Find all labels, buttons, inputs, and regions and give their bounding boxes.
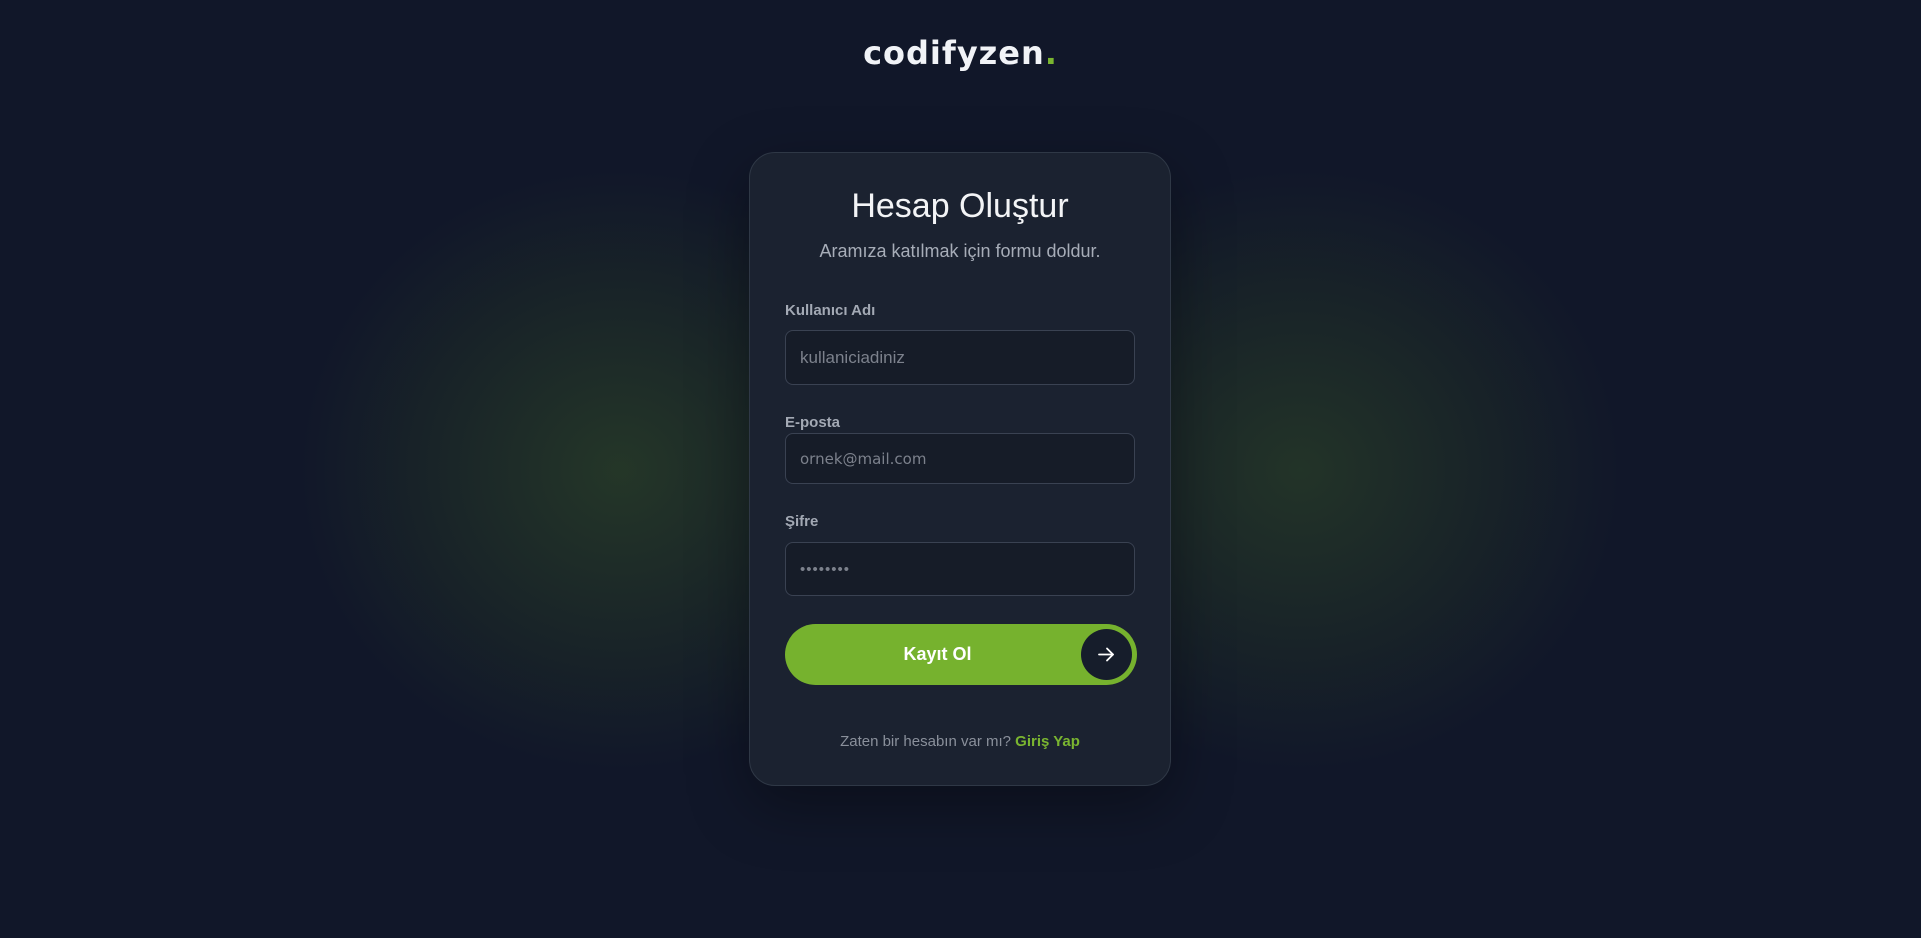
brand-dot: . bbox=[1044, 34, 1058, 72]
email-input[interactable] bbox=[785, 433, 1135, 484]
brand-name: codifyzen bbox=[863, 34, 1045, 72]
login-prompt: Zaten bir hesabın var mı? Giriş Yap bbox=[750, 733, 1170, 750]
password-input[interactable] bbox=[785, 542, 1135, 596]
login-link[interactable]: Giriş Yap bbox=[1015, 733, 1080, 750]
login-prompt-text: Zaten bir hesabın var mı? bbox=[840, 733, 1011, 750]
username-label: Kullanıcı Adı bbox=[785, 302, 876, 319]
register-button[interactable]: Kayıt Ol bbox=[785, 624, 1137, 685]
brand-logo: codifyzen. bbox=[0, 34, 1921, 72]
password-label: Şifre bbox=[785, 513, 819, 530]
username-input[interactable] bbox=[785, 330, 1135, 385]
signup-card: Hesap Oluştur Aramıza katılmak için form… bbox=[749, 152, 1171, 786]
form-title: Hesap Oluştur bbox=[851, 187, 1069, 225]
register-button-label: Kayıt Ol bbox=[903, 644, 972, 664]
form-subtitle: Aramıza katılmak için formu doldur. bbox=[819, 241, 1101, 261]
arrow-right-icon bbox=[1081, 629, 1132, 680]
email-label: E-posta bbox=[785, 414, 841, 431]
